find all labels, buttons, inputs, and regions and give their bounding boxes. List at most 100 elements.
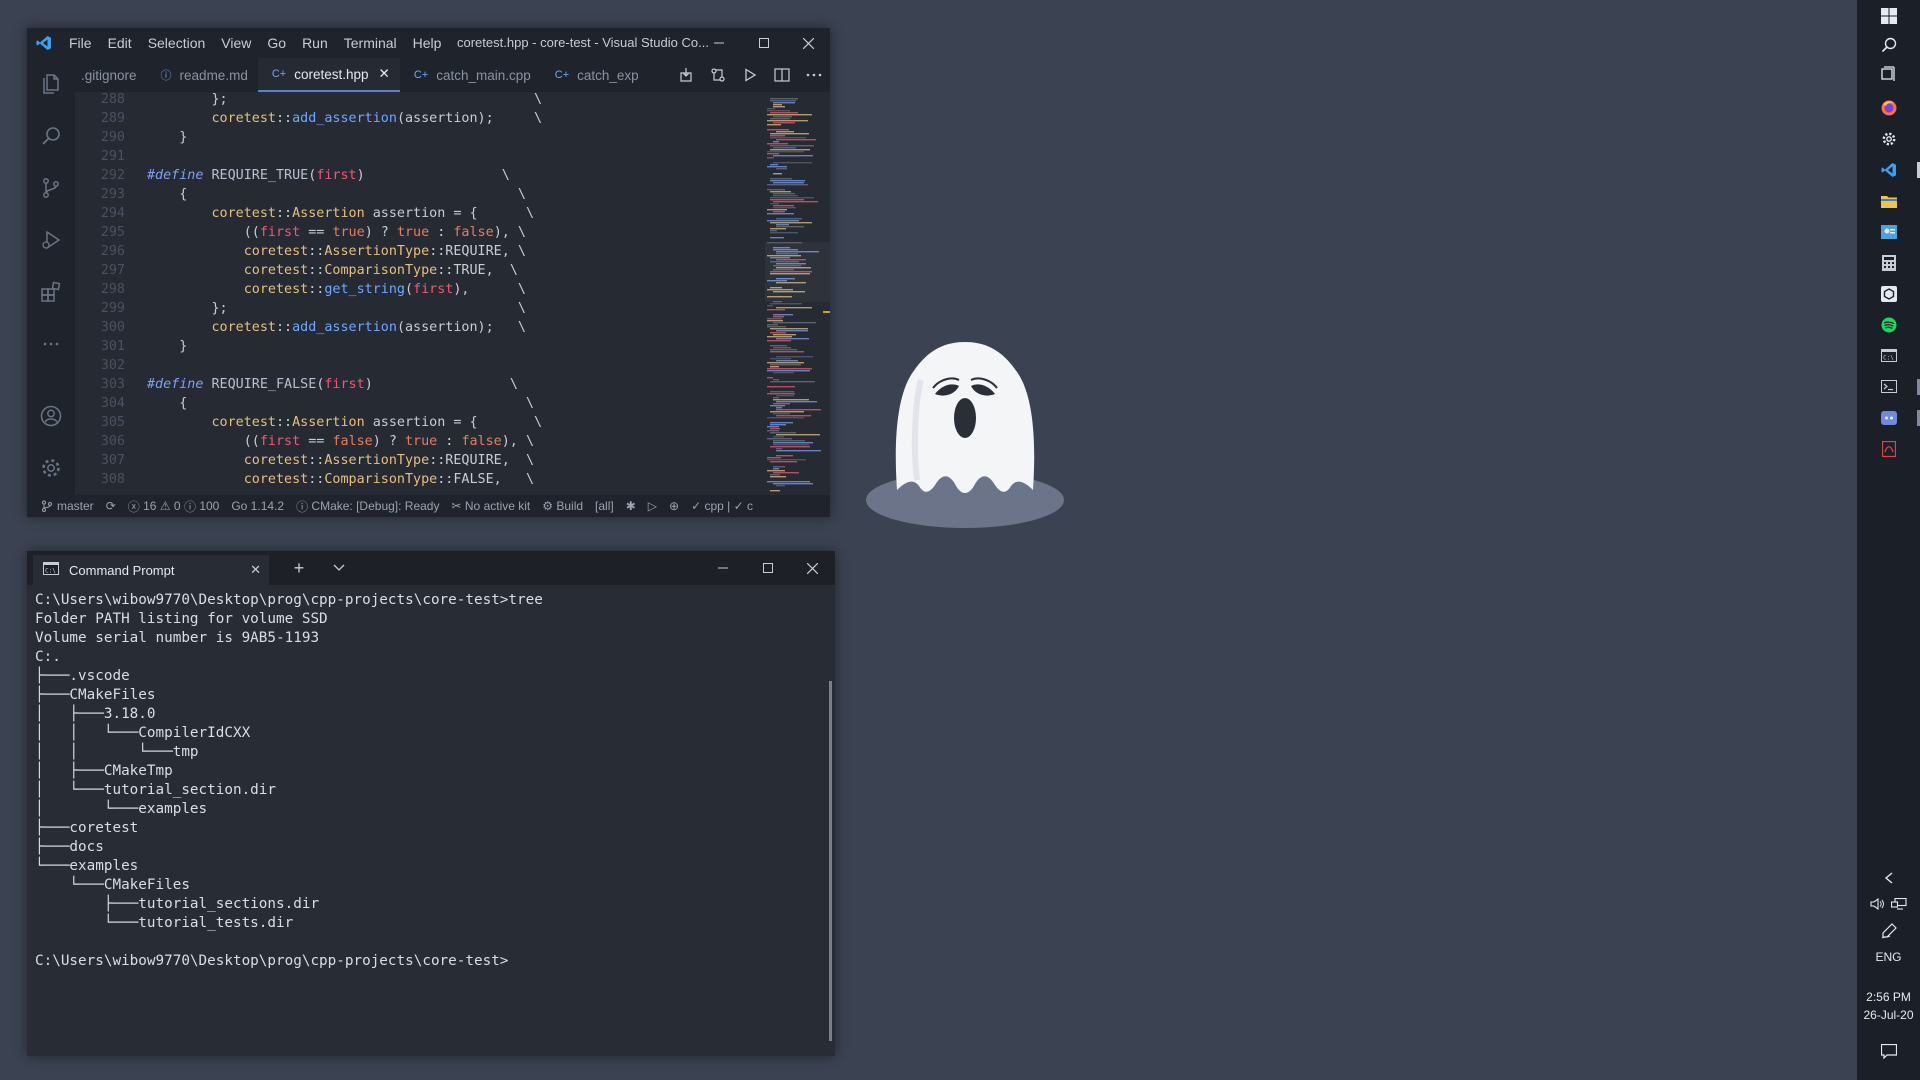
- task-view-icon[interactable]: [1857, 58, 1920, 89]
- terminal-line: Volume serial number is 9AB5-1193: [35, 630, 320, 646]
- terminal-taskbar-icon[interactable]: [1857, 371, 1920, 402]
- problems-status[interactable]: ⓧ 16 ⚠ 0 ⓘ 100: [122, 498, 226, 515]
- build-status[interactable]: ⚙ Build: [536, 499, 589, 513]
- search-icon[interactable]: [27, 112, 75, 160]
- vscode-titlebar: File Edit Selection View Go Run Terminal…: [27, 28, 830, 58]
- target-status[interactable]: [all]: [589, 499, 620, 513]
- minimize-button[interactable]: [700, 553, 745, 583]
- menu-edit[interactable]: Edit: [100, 28, 140, 58]
- terminal-scrollbar[interactable]: [829, 681, 832, 1041]
- tab-catch-main[interactable]: C+ catch_main.cpp: [400, 58, 541, 92]
- clock-date[interactable]: 26-Jul-20: [1857, 1008, 1920, 1022]
- unity-icon[interactable]: [1857, 278, 1920, 309]
- new-tab-plus-icon[interactable]: +: [285, 556, 313, 580]
- command-prompt-taskbar-icon[interactable]: C:\: [1857, 340, 1920, 371]
- tab-close-icon[interactable]: ✕: [379, 66, 390, 82]
- maximize-button[interactable]: [745, 553, 790, 583]
- sync-icon[interactable]: ⟳: [100, 499, 122, 513]
- volume-icon[interactable]: [1870, 897, 1885, 915]
- globe-icon[interactable]: ⊕: [663, 499, 685, 513]
- split-editor-icon[interactable]: [766, 58, 798, 92]
- file-explorer-icon[interactable]: [1857, 185, 1920, 216]
- terminal-output[interactable]: C:\Users\wibow9770\Desktop\prog\cpp-proj…: [35, 591, 825, 1051]
- discord-icon[interactable]: [1857, 402, 1920, 433]
- svg-text:C:\: C:\: [1883, 355, 1894, 362]
- launch-icon[interactable]: ▷: [642, 499, 663, 513]
- source-control-icon[interactable]: [27, 164, 75, 212]
- settings-gear-icon[interactable]: [27, 444, 75, 492]
- build-label: Build: [556, 499, 584, 513]
- tab-label: catch_main.cpp: [436, 67, 531, 83]
- cmake-build-icon[interactable]: [670, 58, 702, 92]
- action-center-icon[interactable]: [1857, 1036, 1920, 1067]
- people-app-icon[interactable]: [1857, 216, 1920, 247]
- code-line: 298 coretest::get_string(first), \: [100, 282, 526, 297]
- branch-status[interactable]: master: [27, 499, 100, 513]
- code-line: 296 coretest::AssertionType::REQUIRE, \: [100, 244, 526, 259]
- run-icon[interactable]: [734, 58, 766, 92]
- taskbar: C:\ ENG 2:56 PM 26-Jul-20: [1857, 0, 1920, 1080]
- kit-status[interactable]: ✂ No active kit: [445, 499, 536, 513]
- account-icon[interactable]: [27, 392, 75, 440]
- close-button[interactable]: [786, 28, 830, 58]
- menu-selection[interactable]: Selection: [140, 28, 214, 58]
- explorer-icon[interactable]: [27, 60, 75, 108]
- code-line: 306 ((first == false) ? true : false), \: [100, 434, 534, 449]
- menu-file[interactable]: File: [61, 28, 100, 58]
- minimap-preview: [765, 98, 830, 492]
- tab-command-prompt[interactable]: C:\ Command Prompt ✕: [33, 555, 269, 585]
- error-count: 16: [143, 499, 157, 513]
- ghost-illustration: [865, 340, 1065, 530]
- menu-run[interactable]: Run: [294, 28, 336, 58]
- code-line: 307 coretest::AssertionType::REQUIRE, \: [100, 453, 534, 468]
- extensions-icon[interactable]: [27, 268, 75, 316]
- pen-ink-icon[interactable]: [1857, 915, 1920, 946]
- clock-time[interactable]: 2:56 PM: [1857, 990, 1920, 1004]
- pdf-reader-icon[interactable]: [1857, 433, 1920, 464]
- settings-gear-icon[interactable]: [1857, 123, 1920, 154]
- maximize-button[interactable]: [741, 28, 786, 58]
- tab-gitignore[interactable]: .gitignore: [75, 58, 147, 92]
- vscode-logo-icon: [27, 28, 61, 58]
- menu-go[interactable]: Go: [259, 28, 294, 58]
- more-actions-icon[interactable]: [798, 58, 830, 92]
- minimap[interactable]: [765, 92, 830, 495]
- debug-bug-icon[interactable]: ✱: [620, 499, 642, 513]
- menu-terminal[interactable]: Terminal: [336, 28, 405, 58]
- more-icon[interactable]: [27, 320, 75, 368]
- spotify-icon[interactable]: [1857, 309, 1920, 340]
- show-hidden-icons-chevron-icon[interactable]: [1857, 862, 1920, 893]
- vscode-taskbar-icon[interactable]: [1857, 154, 1920, 185]
- code-line: 301 }: [100, 339, 188, 354]
- tab-close-icon[interactable]: ✕: [250, 562, 261, 578]
- menu-help[interactable]: Help: [405, 28, 450, 58]
- menu-view[interactable]: View: [213, 28, 259, 58]
- tab-catch-exp[interactable]: C+ catch_exp: [541, 58, 649, 92]
- warning-count: 0: [173, 499, 181, 513]
- search-icon[interactable]: [1857, 29, 1920, 60]
- tab-readme[interactable]: ⓘ readme.md: [147, 58, 258, 92]
- cpp-file-icon: C+: [271, 68, 287, 80]
- compare-changes-icon[interactable]: [702, 58, 734, 92]
- go-version[interactable]: Go 1.14.2: [225, 499, 290, 513]
- cmake-status[interactable]: ⓘ CMake: [Debug]: Ready: [290, 498, 445, 515]
- language-status[interactable]: ✓ cpp | ✓ c: [685, 499, 759, 513]
- run-debug-icon[interactable]: [27, 216, 75, 264]
- cpp-file-icon: C+: [413, 69, 429, 81]
- code-line: 300 coretest::add_assertion(assertion); …: [100, 320, 526, 335]
- firefox-icon[interactable]: [1857, 92, 1920, 123]
- dropdown-chevron-icon[interactable]: [325, 556, 353, 580]
- calculator-icon[interactable]: [1857, 247, 1920, 278]
- minimize-button[interactable]: [696, 28, 741, 58]
- branch-icon: [42, 500, 52, 512]
- code-line: 305 coretest::Assertion assertion = { \: [100, 415, 543, 430]
- code-line: 289 coretest::add_assertion(assertion); …: [100, 111, 543, 126]
- close-button[interactable]: [790, 553, 835, 583]
- network-icon[interactable]: [1890, 897, 1907, 915]
- input-language[interactable]: ENG: [1857, 950, 1920, 964]
- terminal-line: ├───tutorial_sections.dir: [35, 896, 320, 912]
- code-editor[interactable]: 288 }; \ 289 coretest::add_assertion(ass…: [75, 92, 765, 495]
- start-windows-icon[interactable]: [1857, 0, 1920, 31]
- tab-coretest-hpp[interactable]: C+ coretest.hpp ✕: [257, 58, 400, 92]
- status-bar: master ⟳ ⓧ 16 ⚠ 0 ⓘ 100 Go 1.14.2 ⓘ CMak…: [27, 495, 830, 517]
